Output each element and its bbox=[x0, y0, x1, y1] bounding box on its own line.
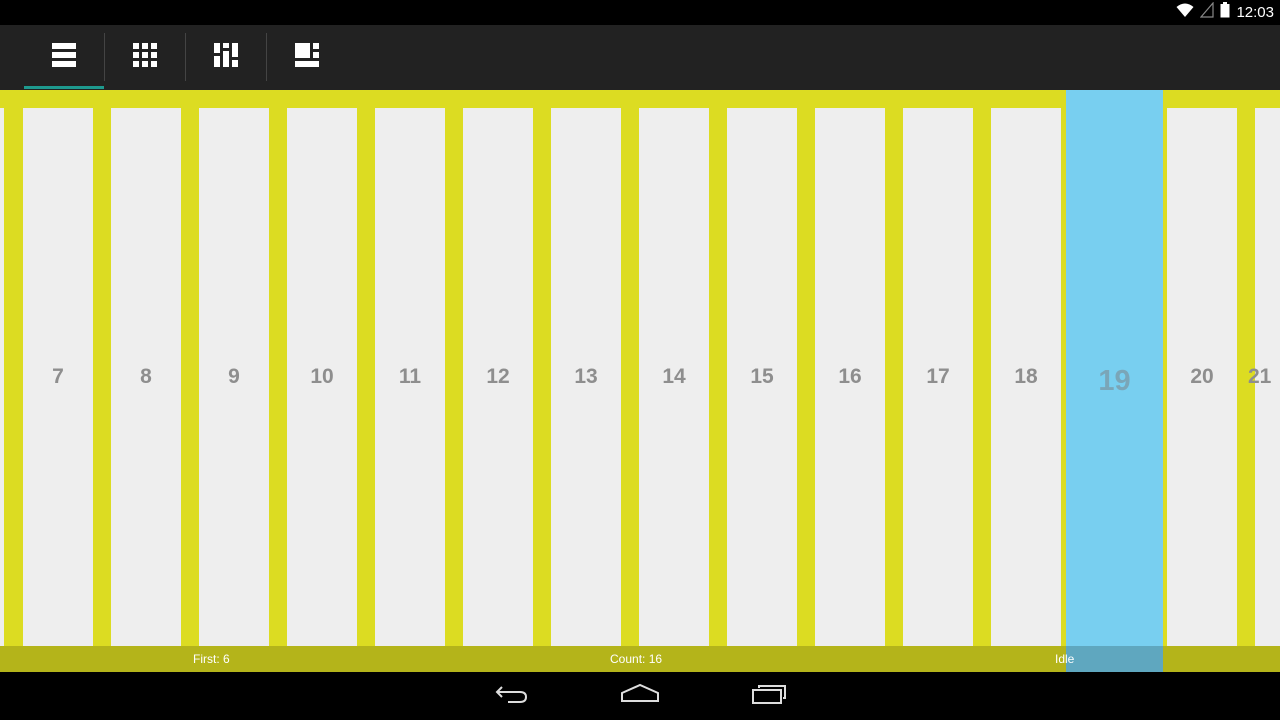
item-count-text: Count: 16 bbox=[610, 652, 663, 666]
item-label: 16 bbox=[838, 365, 862, 388]
item-list[interactable]: 7 8 9 10 11 12 13 14 15 16 17 18 19 20 2… bbox=[0, 90, 1280, 672]
item-label: 19 bbox=[1098, 364, 1131, 397]
list-item[interactable]: 21 bbox=[1248, 108, 1280, 652]
item-label: 9 bbox=[228, 365, 240, 388]
status-time: 12:03 bbox=[1236, 3, 1274, 21]
list-item[interactable]: 8 bbox=[111, 108, 181, 652]
list-item[interactable]: 16 bbox=[815, 108, 885, 652]
item-label: 14 bbox=[662, 365, 686, 388]
list-icon bbox=[51, 42, 77, 73]
list-item[interactable]: 20 bbox=[1167, 108, 1237, 652]
item-label: 20 bbox=[1190, 365, 1214, 388]
home-button[interactable] bbox=[610, 680, 670, 712]
tab-grid-layout[interactable] bbox=[105, 25, 185, 90]
wifi-icon bbox=[1176, 2, 1194, 23]
home-icon bbox=[620, 683, 660, 710]
recents-icon bbox=[751, 683, 787, 710]
list-item[interactable]: 13 bbox=[551, 108, 621, 652]
item-label: 10 bbox=[310, 365, 334, 388]
scroll-state-text: Idle bbox=[1055, 652, 1075, 666]
spannable-grid-icon bbox=[294, 42, 320, 73]
footer-selection-highlight bbox=[1066, 646, 1163, 672]
tab-spannable-layout[interactable] bbox=[267, 25, 347, 90]
signal-icon bbox=[1200, 0, 1215, 23]
item-label: 7 bbox=[52, 365, 64, 388]
staggered-grid-icon bbox=[213, 42, 239, 73]
grid-icon bbox=[132, 42, 158, 73]
item-label: 18 bbox=[1014, 365, 1038, 388]
back-button[interactable] bbox=[482, 680, 542, 712]
item-label: 15 bbox=[750, 365, 774, 388]
recents-button[interactable] bbox=[739, 680, 799, 712]
list-item[interactable]: 11 bbox=[375, 108, 445, 652]
first-position-text: First: 6 bbox=[193, 652, 230, 666]
item-label: 13 bbox=[574, 365, 598, 388]
list-item[interactable]: 18 bbox=[991, 108, 1061, 652]
item-label: 8 bbox=[140, 365, 152, 388]
list-item[interactable]: 10 bbox=[287, 108, 357, 652]
status-icons: 12:03 bbox=[1176, 0, 1274, 23]
list-item[interactable]: 9 bbox=[199, 108, 269, 652]
navigation-bar bbox=[0, 672, 1280, 720]
toolbar bbox=[0, 25, 1280, 90]
list-item[interactable] bbox=[0, 108, 4, 652]
back-icon bbox=[494, 683, 530, 710]
footer-info-bar: First: 6 Count: 16 Idle bbox=[0, 646, 1280, 672]
list-item-selected[interactable]: 19 bbox=[1066, 90, 1163, 672]
tab-list-layout[interactable] bbox=[24, 25, 104, 90]
list-item[interactable]: 14 bbox=[639, 108, 709, 652]
list-item[interactable]: 12 bbox=[463, 108, 533, 652]
tab-staggered-layout[interactable] bbox=[186, 25, 266, 90]
item-label: 11 bbox=[398, 365, 422, 388]
status-bar: 12:03 bbox=[0, 0, 1280, 25]
list-item[interactable]: 15 bbox=[727, 108, 797, 652]
item-label: 12 bbox=[486, 365, 510, 388]
item-label: 21 bbox=[1248, 365, 1272, 388]
list-item[interactable]: 7 bbox=[23, 108, 93, 652]
item-label: 17 bbox=[926, 365, 950, 388]
battery-icon bbox=[1220, 1, 1230, 23]
list-item[interactable]: 17 bbox=[903, 108, 973, 652]
